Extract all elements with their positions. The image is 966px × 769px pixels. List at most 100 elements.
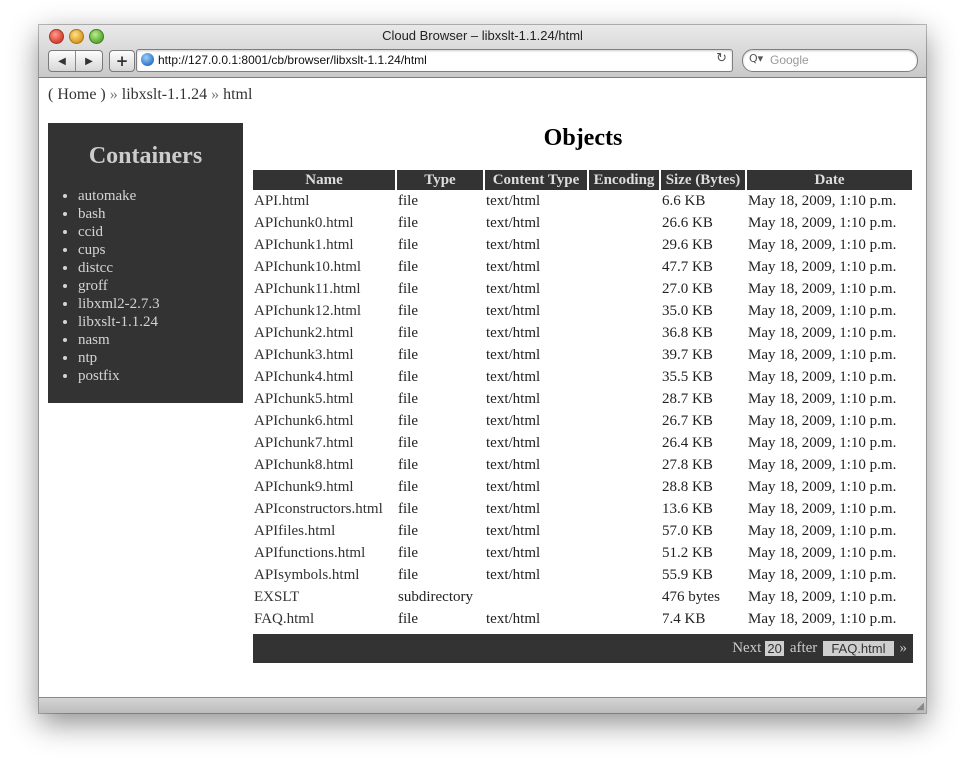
- back-arrow-icon: ◀: [58, 55, 66, 67]
- table-row[interactable]: APIchunk9.html file text/html 28.8 KB May 18…: [253, 476, 912, 498]
- container-link-automake[interactable]: automake: [78, 188, 136, 204]
- cell-encoding: [589, 608, 659, 630]
- address-bar[interactable]: http://127.0.0.1:8001/cb/browser/libxslt…: [136, 49, 733, 72]
- object-link[interactable]: APIchunk9.html: [254, 479, 354, 495]
- object-link[interactable]: APIfunctions.html: [254, 545, 365, 561]
- table-row[interactable]: APIfiles.html file text/html 57.0 KB May 18,…: [253, 520, 912, 542]
- cell-name: APIchunk9.html: [253, 476, 395, 498]
- table-row[interactable]: API.html file text/html 6.6 KB May 18, 2009,…: [253, 190, 912, 212]
- cell-encoding: [589, 564, 659, 586]
- cell-date: May 18, 2009, 1:10 p.m.: [748, 412, 897, 429]
- cell-size: 6.6 KB: [662, 192, 706, 209]
- object-link[interactable]: API.html: [254, 193, 309, 209]
- table-row[interactable]: APIchunk1.html file text/html 29.6 KB May 18…: [253, 234, 912, 256]
- object-link[interactable]: APIfiles.html: [254, 523, 335, 539]
- table-row[interactable]: APIchunk4.html file text/html 35.5 KB May 18…: [253, 366, 912, 388]
- page-size-field[interactable]: 20: [765, 641, 784, 656]
- object-link[interactable]: APIchunk10.html: [254, 259, 361, 275]
- cell-content-type: text/html: [486, 412, 541, 429]
- object-link[interactable]: APIchunk2.html: [254, 325, 354, 341]
- object-link[interactable]: APIchunk6.html: [254, 413, 354, 429]
- container-link-nasm[interactable]: nasm: [78, 332, 110, 348]
- table-row[interactable]: APIchunk6.html file text/html 26.7 KB May 18…: [253, 410, 912, 432]
- url-text[interactable]: http://127.0.0.1:8001/cb/browser/libxslt…: [158, 53, 427, 67]
- cell-name: APIchunk8.html: [253, 454, 395, 476]
- column-header-type[interactable]: Type: [397, 170, 483, 190]
- sidebar-title: Containers: [88, 143, 203, 169]
- table-row[interactable]: FAQ.html file text/html 7.4 KB May 18, 2009,…: [253, 608, 912, 630]
- table-row[interactable]: APIchunk0.html file text/html 26.6 KB May 18…: [253, 212, 912, 234]
- table-row[interactable]: APIchunk2.html file text/html 36.8 KB May 18…: [253, 322, 912, 344]
- cell-encoding: [589, 256, 659, 278]
- cell-size: 7.4 KB: [662, 610, 706, 627]
- object-link[interactable]: APIchunk12.html: [254, 303, 361, 319]
- table-row[interactable]: APIchunk5.html file text/html 28.7 KB May 18…: [253, 388, 912, 410]
- container-link-distcc[interactable]: distcc: [78, 260, 113, 276]
- object-link[interactable]: APIchunk4.html: [254, 369, 354, 385]
- table-row[interactable]: APIchunk12.html file text/html 35.0 KB May 1…: [253, 300, 912, 322]
- table-row[interactable]: APIchunk7.html file text/html 26.4 KB May 18…: [253, 432, 912, 454]
- container-link-postfix[interactable]: postfix: [78, 368, 120, 384]
- object-link[interactable]: APIconstructors.html: [254, 501, 383, 517]
- cell-size: 51.2 KB: [662, 544, 713, 561]
- cell-size: 13.6 KB: [662, 500, 713, 517]
- table-row[interactable]: APIchunk8.html file text/html 27.8 KB May 18…: [253, 454, 912, 476]
- cell-name: APIchunk0.html: [253, 212, 395, 234]
- cell-content-type: text/html: [486, 346, 541, 363]
- cell-size: 47.7 KB: [662, 258, 713, 275]
- column-header-date[interactable]: Date: [747, 170, 912, 190]
- list-item: groff: [78, 277, 160, 295]
- object-link[interactable]: APIchunk5.html: [254, 391, 354, 407]
- container-link-ccid[interactable]: ccid: [78, 224, 103, 240]
- back-button[interactable]: ◀: [49, 51, 75, 71]
- container-link-bash[interactable]: bash: [78, 206, 106, 222]
- column-header-encoding[interactable]: Encoding: [589, 170, 659, 190]
- column-header-content-type[interactable]: Content Type: [485, 170, 587, 190]
- browser-window: Cloud Browser – libxslt-1.1.24/html ◀ ▶ …: [39, 25, 926, 713]
- breadcrumb-home-link[interactable]: ( Home ): [48, 86, 106, 103]
- table-row[interactable]: APIconstructors.html file text/html 13.6 KB…: [253, 498, 912, 520]
- object-link[interactable]: APIsymbols.html: [254, 567, 359, 583]
- reload-icon[interactable]: ↻: [716, 51, 727, 66]
- table-row[interactable]: APIchunk10.html file text/html 47.7 KB May 1…: [253, 256, 912, 278]
- add-bookmark-button[interactable]: +: [109, 50, 135, 72]
- after-marker-field[interactable]: FAQ.html: [823, 641, 894, 656]
- object-link[interactable]: APIchunk1.html: [254, 237, 354, 253]
- object-link[interactable]: APIchunk11.html: [254, 281, 361, 297]
- object-link[interactable]: APIchunk7.html: [254, 435, 354, 451]
- containers-sidebar: Containers automake bash ccid cups distc…: [48, 123, 243, 403]
- forward-button[interactable]: ▶: [75, 51, 102, 71]
- object-link[interactable]: EXSLT: [254, 589, 299, 605]
- column-header-name[interactable]: Name: [253, 170, 395, 190]
- table-row[interactable]: APIchunk3.html file text/html 39.7 KB May 18…: [253, 344, 912, 366]
- search-field[interactable]: Q▾ Google: [742, 49, 918, 72]
- container-link-libxml2[interactable]: libxml2-2.7.3: [78, 296, 160, 312]
- search-icon[interactable]: Q▾: [749, 52, 763, 65]
- table-row[interactable]: APIchunk11.html file text/html 27.0 KB May 1…: [253, 278, 912, 300]
- list-item: nasm: [78, 331, 160, 349]
- object-link[interactable]: APIchunk8.html: [254, 457, 354, 473]
- cell-content-type: [485, 586, 587, 608]
- cell-encoding: [589, 300, 659, 322]
- object-link[interactable]: FAQ.html: [254, 611, 314, 627]
- cell-encoding: [589, 190, 659, 212]
- table-row[interactable]: APIsymbols.html file text/html 55.9 KB May 1…: [253, 564, 912, 586]
- table-row[interactable]: EXSLT subdirectory 476 bytes May 18, 2009, …: [253, 586, 912, 608]
- next-page-link[interactable]: »: [900, 640, 908, 657]
- column-header-size[interactable]: Size (Bytes): [661, 170, 745, 190]
- container-link-libxslt[interactable]: libxslt-1.1.24: [78, 314, 158, 330]
- object-link[interactable]: APIchunk3.html: [254, 347, 354, 363]
- cell-date: May 18, 2009, 1:10 p.m.: [748, 610, 897, 627]
- object-link[interactable]: APIchunk0.html: [254, 215, 354, 231]
- cell-name: API.html: [253, 190, 395, 212]
- cell-type: file: [398, 390, 418, 407]
- container-link-cups[interactable]: cups: [78, 242, 106, 258]
- container-link-groff[interactable]: groff: [78, 278, 108, 294]
- breadcrumb-container-link[interactable]: libxslt-1.1.24: [122, 86, 207, 103]
- container-link-ntp[interactable]: ntp: [78, 350, 97, 366]
- cell-type: file: [398, 214, 418, 231]
- resize-grip-icon[interactable]: ◢: [916, 701, 924, 712]
- cell-name: APIchunk12.html: [253, 300, 395, 322]
- table-row[interactable]: APIfunctions.html file text/html 51.2 KB May…: [253, 542, 912, 564]
- cell-content-type: text/html: [486, 324, 541, 341]
